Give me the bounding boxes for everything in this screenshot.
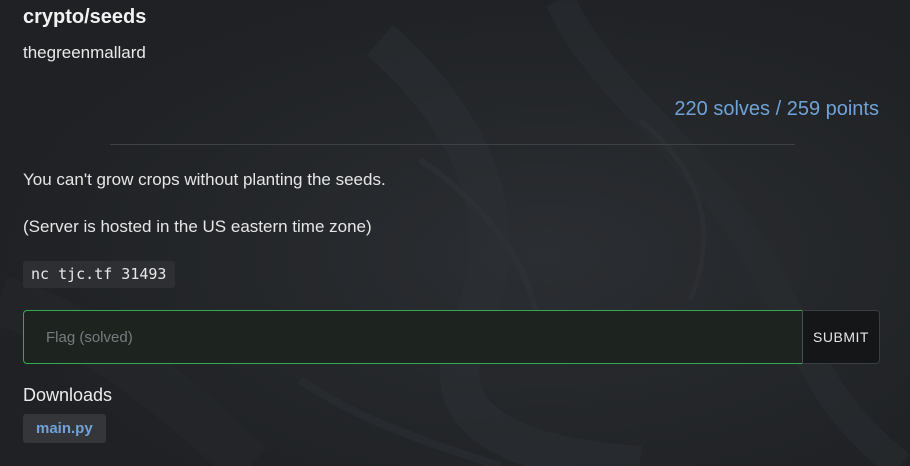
description-line: You can't grow crops without planting th… <box>23 170 386 189</box>
challenge-author: thegreenmallard <box>23 43 146 62</box>
description-note: (Server is hosted in the US eastern time… <box>23 217 372 236</box>
connection-command: nc tjc.tf 31493 <box>23 261 176 288</box>
submit-button[interactable]: SUBMIT <box>802 310 880 364</box>
download-file-main-py[interactable]: main.py <box>23 414 106 443</box>
divider <box>110 144 795 145</box>
flag-input[interactable] <box>23 310 802 364</box>
downloads-heading: Downloads <box>23 385 113 405</box>
flag-form: SUBMIT <box>23 310 880 364</box>
challenge-card: crypto/seeds thegreenmallard 220 solves … <box>0 0 910 466</box>
challenge-title: crypto/seeds <box>23 6 147 28</box>
solves-points-stat: 220 solves / 259 points <box>674 98 879 120</box>
